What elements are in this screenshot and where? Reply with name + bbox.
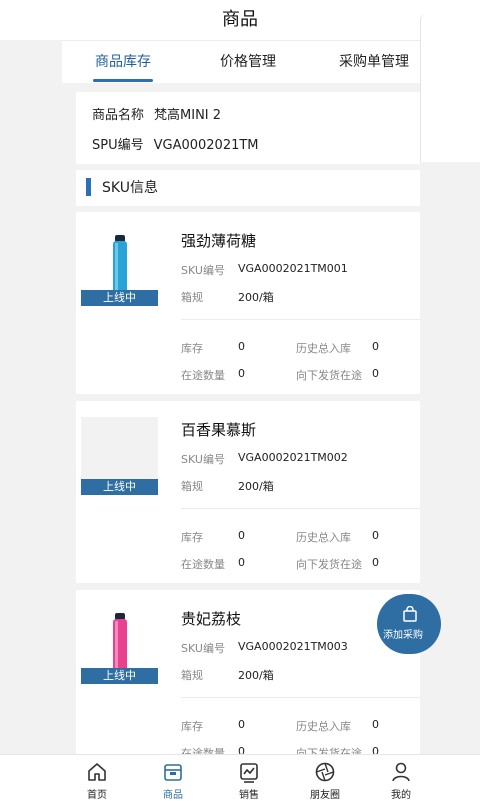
sku-name: 贵妃荔枝 (181, 610, 242, 628)
nav-home[interactable]: 首页 (69, 755, 125, 801)
tab-price-management[interactable]: 价格管理 (220, 41, 276, 83)
nav-home-label: 首页 (87, 790, 107, 801)
tab-inventory[interactable]: 商品库存 (95, 41, 151, 83)
sku-card[interactable]: 上线中 强劲薄荷糖 SKU编号 VGA0002021TM001 箱规 200/箱… (76, 212, 420, 394)
in-transit-value: 0 (238, 556, 245, 569)
nav-moments-label: 朋友圈 (310, 790, 340, 801)
side-panel-edge (420, 14, 480, 162)
shipping-value: 0 (372, 556, 379, 569)
sku-section-title: SKU信息 (102, 180, 158, 196)
history-in-value: 0 (372, 718, 379, 731)
shipping-label: 向下发货在途 (296, 558, 362, 571)
shopping-bag-icon (403, 606, 417, 622)
stock-value: 0 (238, 529, 245, 542)
tab-purchase-orders[interactable]: 采购单管理 (339, 41, 409, 83)
product-info-card: 商品名称 梵高MINI 2 SPU编号 VGA0002021TM (76, 92, 420, 164)
sku-code-label: SKU编号 (181, 264, 225, 277)
history-in-label: 历史总入库 (296, 720, 351, 733)
stock-label: 库存 (181, 720, 203, 733)
spu-label: SPU编号 (92, 138, 144, 153)
history-in-value: 0 (372, 340, 379, 353)
section-accent-bar (86, 178, 91, 196)
add-purchase-label: 添加采购 (383, 630, 423, 641)
box-spec-value: 200/箱 (238, 669, 274, 682)
stock-value: 0 (238, 340, 245, 353)
box-spec-value: 200/箱 (238, 291, 274, 304)
aperture-icon (315, 762, 335, 782)
box-icon (164, 764, 182, 781)
home-icon (88, 763, 106, 781)
page-title: 商品 (222, 9, 258, 30)
divider (181, 508, 420, 509)
spu-value: VGA0002021TM (153, 138, 259, 153)
sku-code-value: VGA0002021TM003 (238, 640, 348, 653)
nav-sales[interactable]: 销售 (221, 755, 277, 801)
in-transit-value: 0 (238, 367, 245, 380)
box-spec-label: 箱规 (181, 669, 203, 682)
spu-row: SPU编号 VGA0002021TM (92, 134, 259, 153)
sku-card[interactable]: 上线中 贵妃荔枝 SKU编号 VGA0002021TM003 箱规 200/箱 … (76, 590, 420, 772)
history-in-label: 历史总入库 (296, 342, 351, 355)
stock-value: 0 (238, 718, 245, 731)
stock-label: 库存 (181, 342, 203, 355)
in-transit-label: 在途数量 (181, 369, 225, 382)
top-bar: 商品 (0, 0, 480, 40)
sku-name: 强劲薄荷糖 (181, 232, 257, 250)
history-in-value: 0 (372, 529, 379, 542)
product-name-value: 梵高MINI 2 (154, 108, 222, 123)
sku-card[interactable]: 上线中 百香果慕斯 SKU编号 VGA0002021TM002 箱规 200/箱… (76, 401, 420, 583)
nav-profile[interactable]: 我的 (373, 755, 429, 801)
in-transit-label: 在途数量 (181, 558, 225, 571)
box-spec-value: 200/箱 (238, 480, 274, 493)
add-purchase-button[interactable]: 添加采购 (377, 594, 441, 654)
status-badge: 上线中 (81, 479, 158, 495)
sku-code-label: SKU编号 (181, 642, 225, 655)
active-tab-indicator (93, 79, 153, 82)
bottom-navigation: 首页 商品 销售 朋友圈 我的 (0, 754, 480, 801)
tab-bar: 商品库存 价格管理 采购单管理 (62, 40, 420, 83)
status-badge: 上线中 (81, 668, 158, 684)
box-spec-label: 箱规 (181, 291, 203, 304)
user-icon (392, 762, 410, 782)
sku-code-value: VGA0002021TM002 (238, 451, 348, 464)
nav-products-label: 商品 (163, 790, 183, 801)
sku-code-value: VGA0002021TM001 (238, 262, 348, 275)
divider (181, 319, 420, 320)
history-in-label: 历史总入库 (296, 531, 351, 544)
stock-label: 库存 (181, 531, 203, 544)
shipping-label: 向下发货在途 (296, 369, 362, 382)
box-spec-label: 箱规 (181, 480, 203, 493)
nav-profile-label: 我的 (391, 790, 411, 801)
status-badge: 上线中 (81, 290, 158, 306)
sku-section-header: SKU信息 (76, 170, 420, 206)
sku-name: 百香果慕斯 (181, 421, 257, 439)
nav-sales-label: 销售 (239, 790, 259, 801)
nav-moments[interactable]: 朋友圈 (297, 755, 353, 801)
product-name-row: 商品名称 梵高MINI 2 (92, 104, 221, 123)
chart-icon (240, 763, 258, 783)
divider (181, 697, 420, 698)
shipping-value: 0 (372, 367, 379, 380)
product-name-label: 商品名称 (92, 108, 145, 123)
nav-products[interactable]: 商品 (145, 755, 201, 801)
sku-code-label: SKU编号 (181, 453, 225, 466)
